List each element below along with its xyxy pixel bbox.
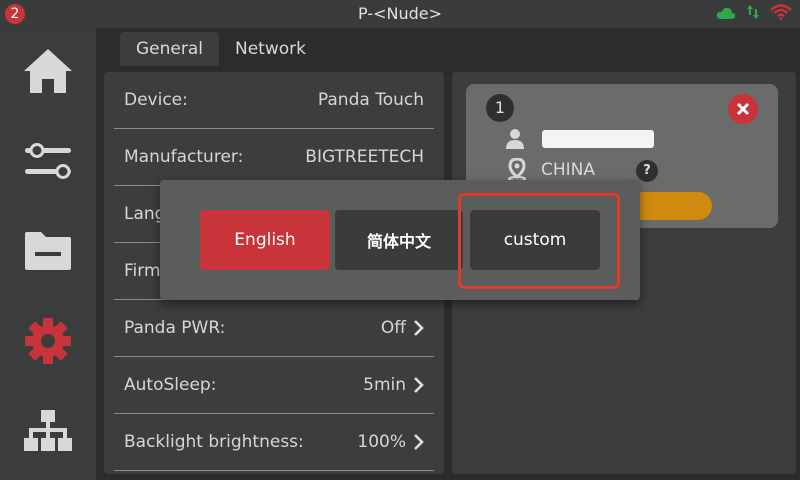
setting-row-backlight[interactable]: Backlight brightness: 100%	[114, 414, 434, 471]
chevron-right-icon	[414, 377, 424, 393]
setting-value: Off	[380, 318, 406, 338]
username-redacted	[542, 130, 654, 148]
remove-printer-button[interactable]	[728, 94, 758, 124]
user-icon	[505, 128, 525, 154]
chevron-right-icon	[414, 320, 424, 336]
tab-bar: General Network	[120, 32, 322, 66]
setting-value: 5min	[363, 375, 406, 395]
sidebar-item-files[interactable]	[0, 208, 96, 298]
status-icons	[716, 4, 792, 24]
help-icon[interactable]: ?	[636, 160, 658, 182]
folder-icon	[23, 230, 73, 276]
printer-index: 1	[486, 94, 514, 122]
setting-label: AutoSleep:	[124, 375, 217, 395]
setting-label: Backlight brightness:	[124, 432, 304, 452]
wifi-icon	[770, 4, 792, 24]
transfer-arrows-icon	[746, 4, 760, 24]
sidebar	[0, 28, 96, 480]
cloud-icon	[716, 5, 736, 24]
home-icon	[22, 47, 74, 99]
network-tree-icon	[24, 409, 72, 457]
setting-row-autosleep[interactable]: AutoSleep: 5min	[114, 357, 434, 414]
printer-title: P-<Nude>	[358, 4, 442, 23]
setting-label: Firm	[124, 261, 161, 281]
sidebar-item-settings[interactable]	[0, 298, 96, 388]
sliders-icon	[23, 141, 73, 185]
setting-label: Device:	[124, 90, 188, 110]
setting-value: 100%	[357, 432, 406, 452]
tab-network[interactable]: Network	[219, 32, 322, 66]
setting-label: Manufacturer:	[124, 147, 244, 167]
setting-label: Panda PWR:	[124, 318, 226, 338]
country-label: CHINA	[541, 160, 596, 180]
language-option-chinese[interactable]: 简体中文	[335, 210, 463, 270]
chevron-right-icon	[414, 434, 424, 450]
setting-row-manufacturer: Manufacturer: BIGTREETECH	[114, 129, 434, 186]
sidebar-item-home[interactable]	[0, 28, 96, 118]
tab-general[interactable]: General	[120, 32, 219, 66]
highlight-box	[458, 193, 620, 289]
setting-row-device: Device: Panda Touch	[114, 72, 434, 129]
setting-row-panda-pwr[interactable]: Panda PWR: Off	[114, 300, 434, 357]
language-option-english[interactable]: English	[200, 210, 330, 270]
sidebar-item-controls[interactable]	[0, 118, 96, 208]
gear-icon	[23, 316, 73, 370]
setting-value: BIGTREETECH	[305, 147, 424, 167]
sidebar-item-network[interactable]	[0, 388, 96, 478]
setting-value: Panda Touch	[317, 90, 424, 110]
status-bar: 2 P-<Nude>	[0, 0, 800, 28]
close-icon	[736, 102, 750, 116]
